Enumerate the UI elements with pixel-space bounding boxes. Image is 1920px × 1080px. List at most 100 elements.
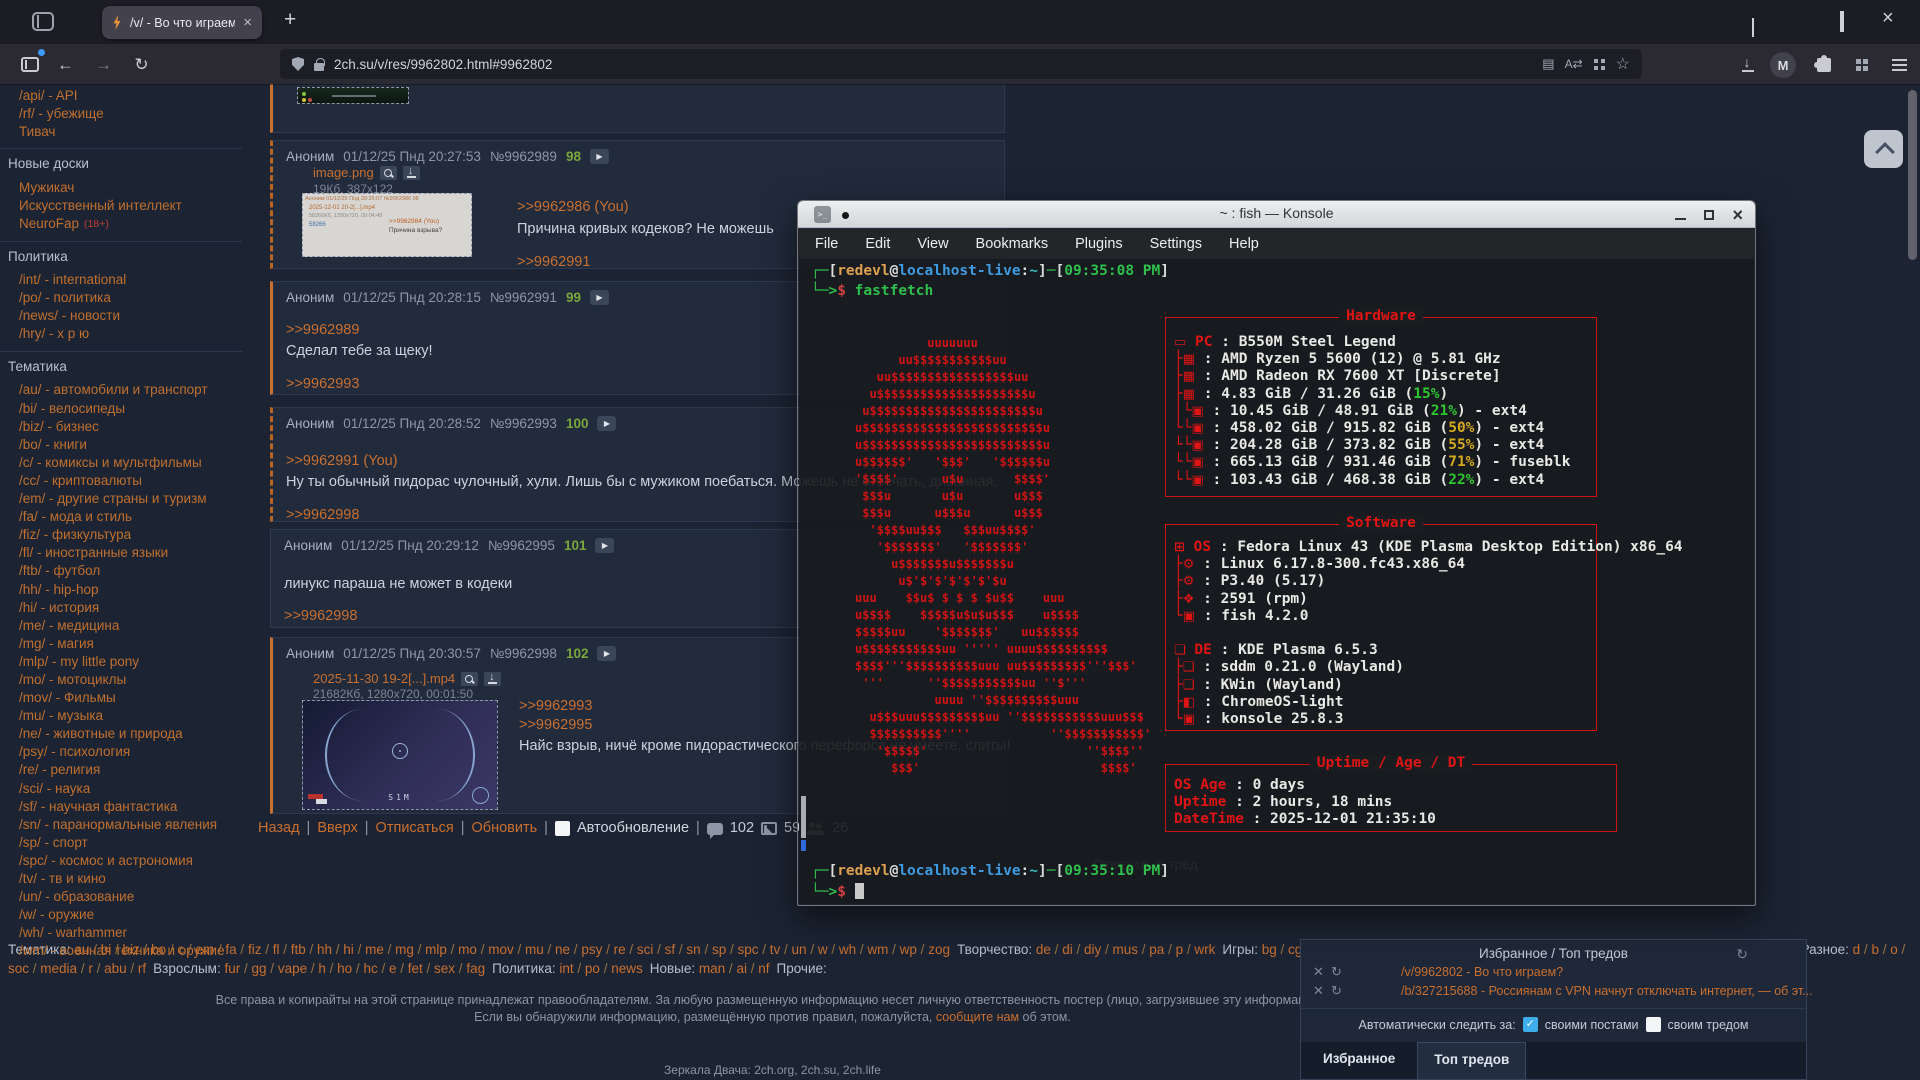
reply-link[interactable]: >>9962998 xyxy=(286,507,359,523)
post-id-link[interactable]: №9962991 xyxy=(490,290,557,305)
footer-board-link[interactable]: sp xyxy=(712,942,726,957)
back-icon[interactable]: ← xyxy=(52,51,79,78)
sidebar-board-link[interactable]: Тивач xyxy=(0,122,242,140)
footer-board-link[interactable]: p xyxy=(1176,942,1184,957)
footer-board-link[interactable]: ftb xyxy=(291,942,306,957)
thread-nav-link[interactable]: Обновить xyxy=(472,820,538,836)
footer-board-link[interactable]: bg xyxy=(1262,942,1277,957)
sidebar-board-link[interactable]: /int/ - international xyxy=(0,271,242,289)
reply-link[interactable]: >>9962995 xyxy=(519,717,592,733)
sidebar-board-link[interactable]: /tv/ - тв и кино xyxy=(0,869,242,887)
footer-board-link[interactable]: mov xyxy=(488,942,514,957)
window-minimize-icon[interactable] xyxy=(1675,218,1686,220)
thread-nav-link[interactable]: Отписаться xyxy=(376,820,454,836)
footer-board-link[interactable]: fag xyxy=(466,961,485,976)
firefox-view-icon[interactable] xyxy=(32,12,54,31)
footer-board-link[interactable]: hc xyxy=(363,961,377,976)
favorite-thread-link[interactable]: /b/327215688 - Россиянам с VPN начнут от… xyxy=(1401,984,1813,998)
tab-close-icon[interactable]: × xyxy=(243,14,252,31)
sidebar-board-link[interactable]: /un/ - образование xyxy=(0,888,242,906)
thread-nav-link[interactable]: Назад xyxy=(258,820,300,836)
menu-item-file[interactable]: File xyxy=(815,236,838,252)
footer-board-link[interactable]: vape xyxy=(278,961,307,976)
sidebar-board-link[interactable]: /mg/ - магия xyxy=(0,634,242,652)
sidebar-board-link[interactable]: /fa/ - мода и стиль xyxy=(0,508,242,526)
sidebar-board-link[interactable]: /sci/ - наука xyxy=(0,779,242,797)
footer-board-link[interactable]: rf xyxy=(138,961,146,976)
footer-board-link[interactable]: sci xyxy=(637,942,654,957)
sidebar-board-link[interactable]: /rf/ - убежище xyxy=(0,104,242,122)
window-maximize-icon[interactable] xyxy=(1840,13,1844,30)
list-tabs-icon[interactable] xyxy=(1752,18,1754,35)
terminal[interactable]: ┌─[redevl@localhost-live:~]─[09:35:08 PM… xyxy=(799,259,1754,904)
footer-board-link[interactable]: media xyxy=(40,961,77,976)
downloads-icon[interactable] xyxy=(1734,51,1761,78)
reply-link[interactable]: >>9962989 xyxy=(286,322,359,338)
play-post-icon[interactable]: ▶ xyxy=(590,149,609,164)
footer-board-link[interactable]: re xyxy=(614,942,626,957)
sidebar-board-link[interactable]: /mlp/ - my little pony xyxy=(0,652,242,670)
post-ordinal[interactable]: 102 xyxy=(566,646,589,661)
footer-board-link[interactable]: pa xyxy=(1149,942,1164,957)
file-name-link[interactable]: 2025-11-30 19-2[...].mp4 xyxy=(313,671,455,686)
footer-board-link[interactable]: fet xyxy=(408,961,423,976)
watch-own-posts-checkbox[interactable]: ✓ xyxy=(1523,1017,1538,1032)
download-icon[interactable] xyxy=(403,166,420,180)
url-bar[interactable]: 2ch.su/v/res/9962802.html#9962802 ▤ A⇄ ☆ xyxy=(280,49,1642,79)
sidebar-board-link[interactable]: Искусственный интеллект xyxy=(0,196,242,214)
sidebar-board-link[interactable]: /re/ - религия xyxy=(0,761,242,779)
sidebar-board-link[interactable]: Мужикач xyxy=(0,178,242,196)
sidebar-board-link[interactable]: /sp/ - спорт xyxy=(0,833,242,851)
sidebar-board-link[interactable]: /w/ - оружие xyxy=(0,906,242,924)
zoom-icon[interactable] xyxy=(461,672,478,686)
extensions-puzzle-icon[interactable] xyxy=(1810,51,1837,78)
footer-board-link[interactable]: wrk xyxy=(1194,942,1215,957)
sidebar-board-link[interactable]: /hh/ - hip-hop xyxy=(0,580,242,598)
footer-board-link[interactable]: sex xyxy=(434,961,455,976)
footer-board-link[interactable]: mlp xyxy=(425,942,447,957)
reply-link[interactable]: >>9962991 xyxy=(517,254,590,270)
refresh-favorite-icon[interactable]: ↻ xyxy=(1331,964,1349,980)
footer-board-link[interactable]: wm xyxy=(867,942,888,957)
tab-top-threads[interactable]: Топ тредов xyxy=(1417,1042,1526,1079)
file-name-link[interactable]: image.png xyxy=(313,165,374,180)
sidebar-board-link[interactable]: NeuroFap(18+) xyxy=(0,214,242,232)
sidebar-board-link[interactable]: /sn/ - паранормальные явления xyxy=(0,815,242,833)
thread-nav-link[interactable]: Вверх xyxy=(317,820,357,836)
refresh-icon[interactable]: ↻ xyxy=(1736,946,1748,963)
footer-board-link[interactable]: nf xyxy=(758,961,769,976)
sidebar-board-link[interactable]: /biz/ - бизнес xyxy=(0,417,242,435)
containers-icon[interactable] xyxy=(1593,58,1606,71)
sidebar-board-link[interactable]: /spc/ - космос и астрономия xyxy=(0,851,242,869)
reply-link[interactable]: >>9962991 (You) xyxy=(286,453,398,469)
menu-item-plugins[interactable]: Plugins xyxy=(1075,236,1123,252)
sidebar-board-link[interactable]: /psy/ - психология xyxy=(0,743,242,761)
remove-favorite-icon[interactable]: ✕ xyxy=(1313,964,1331,980)
menu-item-bookmarks[interactable]: Bookmarks xyxy=(976,236,1049,252)
window-close-icon[interactable]: × xyxy=(1882,11,1894,25)
menu-hamburger-icon[interactable] xyxy=(1886,51,1913,78)
reply-link[interactable]: >>9962993 xyxy=(286,376,359,392)
footer-board-link[interactable]: fiz xyxy=(248,942,262,957)
autoupdate-checkbox[interactable] xyxy=(555,821,570,836)
footer-board-link[interactable]: sf xyxy=(665,942,676,957)
menu-item-help[interactable]: Help xyxy=(1229,236,1259,252)
page-scrollbar-thumb[interactable] xyxy=(1908,90,1917,260)
reply-link[interactable]: >>9962986 (You) xyxy=(517,199,629,215)
sidebar-board-link[interactable]: /hry/ - х р ю xyxy=(0,325,242,343)
footer-board-link[interactable]: soc xyxy=(8,961,29,976)
sidebar-board-link[interactable]: /bo/ - книги xyxy=(0,435,242,453)
footer-board-link[interactable]: diy xyxy=(1084,942,1101,957)
tracking-protection-shield-icon[interactable] xyxy=(292,57,304,71)
post-image-thumbnail[interactable] xyxy=(297,87,409,104)
footer-board-link[interactable]: wp xyxy=(900,942,917,957)
footer-board-link[interactable]: hi xyxy=(343,942,354,957)
post-id-link[interactable]: №9962989 xyxy=(490,149,557,164)
sidebar-board-link[interactable]: /wm/ - военная техника и оружие xyxy=(0,942,242,960)
tab-favorites[interactable]: Избранное xyxy=(1313,1042,1405,1079)
browser-tab[interactable]: /v/ - Во что играем? × xyxy=(102,6,262,39)
reply-link[interactable]: >>9962998 xyxy=(284,608,357,624)
footer-board-link[interactable]: w xyxy=(818,942,828,957)
sidebar-board-link[interactable]: /me/ - медицина xyxy=(0,616,242,634)
post-ordinal[interactable]: 99 xyxy=(566,290,581,305)
